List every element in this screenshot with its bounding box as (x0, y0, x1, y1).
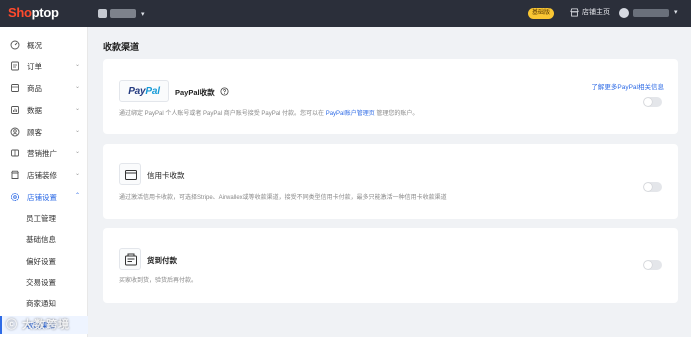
sidebar-subitem-staff[interactable]: 员工管理 (0, 209, 88, 227)
credit-card-title: 信用卡收款 (147, 171, 185, 180)
paypal-description: 通过绑定 PayPal 个人账号或者 PayPal 商户账号接受 PayPal … (119, 111, 419, 117)
chevron-down-icon: ▾ (141, 10, 145, 18)
data-icon (11, 106, 19, 114)
credit-card-icon (119, 163, 141, 185)
dashboard-icon (10, 40, 20, 50)
cash-register-icon (125, 253, 137, 266)
sidebar-item-data[interactable]: 数据 ⌄ (0, 101, 88, 119)
chevron-down-icon: ⌄ (75, 128, 81, 134)
shoptop-logo[interactable]: Shoptop (8, 5, 59, 20)
customer-icon (10, 127, 20, 137)
paypal-title: PayPal收款 (175, 88, 215, 97)
user-name-redacted[interactable] (633, 9, 669, 17)
cod-title: 货到付款 (147, 256, 177, 265)
sidebar-item-marketing[interactable]: 营销推广 ⌄ (0, 144, 88, 162)
paypal-learn-more-link[interactable]: 了解更多PayPal相关信息 (591, 81, 664, 91)
avatar[interactable] (619, 8, 629, 18)
shop-home-link[interactable]: 店铺主页 (570, 7, 610, 17)
credit-card-toggle[interactable] (643, 182, 662, 192)
sidebar-subitem-transactions[interactable]: 交易设置 (0, 273, 88, 291)
top-bar: Shoptop ▾ 基础版 店铺主页 ▾ (0, 0, 691, 27)
chevron-down-icon: ⌄ (75, 149, 81, 155)
paypal-card: PayPal PayPal收款 了解更多PayPal相关信息 通过绑定 PayP… (103, 59, 678, 134)
cod-icon (119, 248, 141, 270)
store-icon (98, 9, 107, 18)
watermark: ⓒ 大数跨境 (6, 319, 71, 331)
cod-toggle[interactable] (643, 260, 662, 270)
sidebar-item-overview[interactable]: 概况 (0, 36, 88, 54)
help-icon[interactable] (220, 87, 229, 96)
credit-card-card: 信用卡收款 通过激活信用卡收款，可选择Stripe、Airwallex或等收款渠… (103, 144, 678, 219)
cod-card: 货到付款 买家收到货，验货后再付款。 (103, 228, 678, 303)
order-icon (11, 61, 19, 71)
sidebar-subitem-basic-info[interactable]: 基础信息 (0, 230, 88, 248)
sidebar: 概况 订单 ⌄ 商品 ⌄ 数据 ⌄ 顾客 ⌄ 营销推广 ⌄ 店铺装修 ⌄ 店铺设… (0, 27, 88, 337)
product-icon (11, 84, 19, 92)
chevron-down-icon: ⌄ (75, 62, 81, 68)
sidebar-item-store-settings[interactable]: 店铺设置 ⌃ (0, 188, 88, 206)
sidebar-subitem-notifications[interactable]: 商家通知 (0, 294, 88, 312)
paypal-toggle[interactable] (643, 97, 662, 107)
chevron-up-icon: ⌃ (75, 193, 81, 199)
credit-card-icon-svg (125, 170, 137, 180)
decorate-icon (11, 170, 19, 179)
store-front-icon (570, 7, 579, 17)
gear-icon (10, 192, 20, 202)
marketing-icon (11, 149, 19, 157)
credit-card-description: 通过激活信用卡收款，可选择Stripe、Airwallex或等收款渠道，接受不同… (119, 195, 447, 201)
plan-badge: 基础版 (528, 8, 555, 19)
chevron-down-icon: ⌄ (75, 106, 81, 112)
sidebar-item-decoration[interactable]: 店铺装修 ⌄ (0, 166, 88, 184)
chevron-down-icon: ⌄ (75, 84, 81, 90)
store-switcher[interactable]: ▾ (98, 8, 145, 19)
sidebar-item-orders[interactable]: 订单 ⌄ (0, 57, 88, 75)
sidebar-item-products[interactable]: 商品 ⌄ (0, 79, 88, 97)
chevron-down-icon[interactable]: ▾ (674, 8, 678, 16)
sidebar-subitem-preferences[interactable]: 偏好设置 (0, 252, 88, 270)
paypal-logo: PayPal (119, 80, 169, 102)
store-name-redacted (110, 9, 136, 18)
page-title: 收款渠道 (103, 42, 140, 52)
cod-description: 买家收到货，验货后再付款。 (119, 278, 198, 284)
paypal-account-link[interactable]: PayPal账户管理页 (326, 111, 375, 117)
sidebar-item-customers[interactable]: 顾客 ⌄ (0, 123, 88, 141)
chevron-down-icon: ⌄ (75, 171, 81, 177)
